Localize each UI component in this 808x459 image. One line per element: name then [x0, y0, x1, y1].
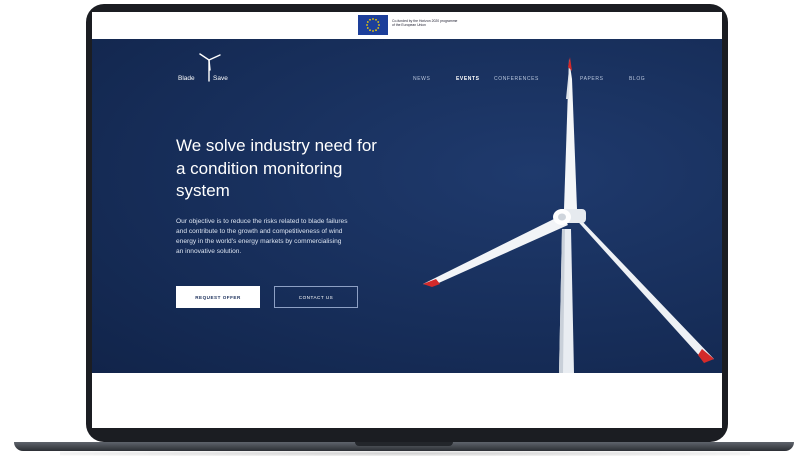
description-line: energy in the world's energy markets by … — [176, 238, 342, 245]
contact-us-button[interactable]: CONTACT US — [274, 286, 358, 308]
eu-text-line2: of the European Union — [392, 23, 426, 28]
headline-line: We solve industry need for — [176, 136, 377, 155]
description-line: Our objective is to reduce the risks rel… — [176, 218, 348, 225]
brand-name-left: Blade — [178, 75, 195, 82]
eu-funding-text: Co-funded by the Horizon 2020 programme … — [392, 19, 512, 27]
eu-flag-icon — [358, 15, 388, 35]
laptop-screen: Co-funded by the Horizon 2020 programme … — [92, 12, 722, 430]
content-area — [92, 373, 722, 430]
wind-turbine-photo — [423, 57, 714, 373]
headline-line: a condition monitoring — [176, 158, 343, 178]
description-line: an innovative solution. — [176, 248, 242, 255]
brand-name-right: Save — [213, 75, 228, 82]
laptop-notch — [355, 442, 453, 446]
laptop-shadow — [60, 451, 750, 456]
hero-section: Blade Save NEWS EVENTS CONFERENCES PAPER… — [92, 39, 722, 373]
description-line: and contribute to the growth and competi… — [176, 228, 343, 235]
hero-headline: We solve industry need for a condition m… — [176, 135, 416, 203]
screen-bottom-bezel — [92, 428, 722, 430]
eu-funding-banner: Co-funded by the Horizon 2020 programme … — [92, 12, 722, 39]
request-offer-button[interactable]: REQUEST OFFER — [176, 286, 260, 308]
headline-line: system — [176, 181, 230, 200]
hero-description: Our objective is to reduce the risks rel… — [176, 217, 416, 257]
